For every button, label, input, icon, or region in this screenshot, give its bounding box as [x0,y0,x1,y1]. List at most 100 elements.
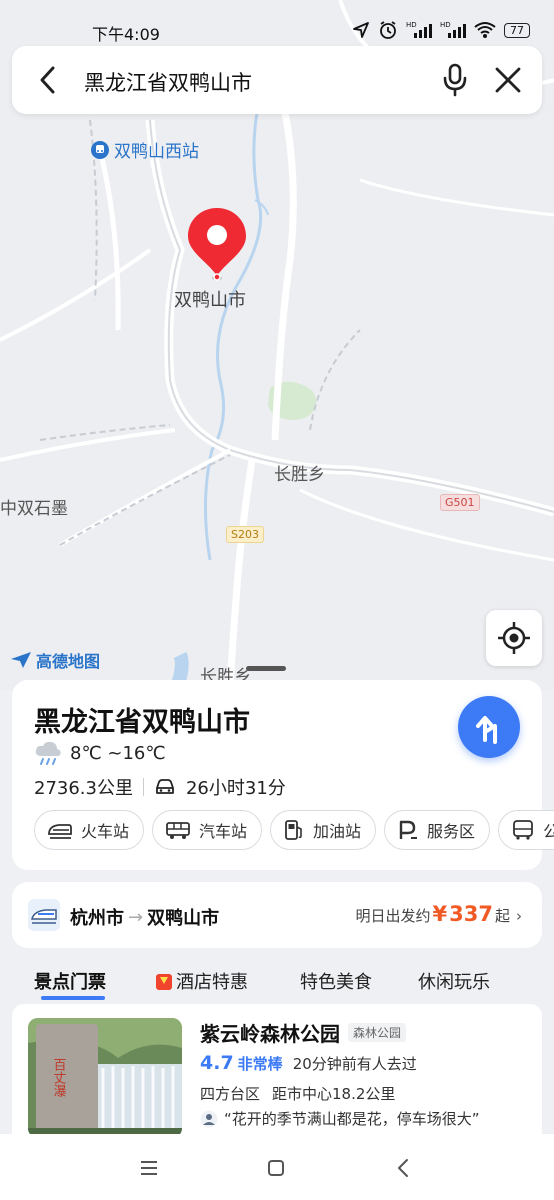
amap-logo-icon [11,652,31,668]
svg-text:HD: HD [406,21,417,29]
category-service-area[interactable]: 服务区 [384,810,491,850]
price-value: 337 [449,902,493,926]
bus-icon [166,822,190,839]
status-time: 下午4:09 [92,25,160,44]
category-label: 汽车站 [199,822,248,841]
distance-row: 2736.3公里 26小时31分 [34,774,286,800]
weather-info: 8℃ ~16℃ [34,740,166,766]
poi-thumb-text: 百丈瀑 [51,1058,67,1097]
category-train-station[interactable]: 火车站 [34,810,145,850]
poi-score-level: 非常棒 [237,1055,283,1073]
drag-handle[interactable] [246,666,286,671]
poi-thumbnail[interactable]: 百丈瀑 [28,1018,182,1134]
place-info-card: 黑龙江省双鸭山市 8℃ ~16℃ 2736.3公里 26小时31分 火车站 汽车… [12,680,554,870]
microphone-icon[interactable] [440,63,470,97]
category-bus-stop[interactable]: 公 [498,810,554,850]
wifi-icon [474,22,496,38]
temperature-range: 8℃ ~16℃ [70,742,166,764]
station-label: 双鸭山西站 [114,142,199,162]
place-title: 黑龙江省双鸭山市 [34,707,250,738]
drive-time: 26小时31分 [185,778,286,799]
locate-me-button[interactable] [486,610,542,666]
tab-label: 酒店特惠 [176,972,248,993]
signal-icon: HD [440,21,466,38]
tab-hotels[interactable]: 酒店特惠 [156,968,248,994]
route-cities: 杭州市 → 双鸭山市 [70,904,219,930]
price-suffix: 起 [494,907,510,925]
route-to: 双鸭山市 [147,908,220,929]
location-arrow-icon [353,22,369,38]
chevron-right-icon: › [516,907,522,925]
search-bar[interactable]: 黑龙江省双鸭山市 [12,46,542,114]
category-label: 火车站 [81,822,130,841]
distance-value: 2736.3公里 [34,778,133,799]
category-bus-station[interactable]: 汽车站 [152,810,263,850]
tab-attractions[interactable]: 景点门票 [34,968,106,994]
route-arrow: → [128,906,144,928]
waterfall-photo: 百丈瀑 [28,1018,182,1134]
train-icon [48,824,72,839]
road-badge-s203: S203 [226,526,264,543]
route-suggestion[interactable]: 杭州市 → 双鸭山市 明日出发约 ¥ 337 起 › [12,882,542,948]
menu-icon[interactable] [137,1156,161,1180]
price-prefix: 明日出发约 [355,907,431,925]
alarm-icon [380,21,396,39]
poi-location: 四方台区 距市中心18.2公里 [200,1083,395,1104]
category-gas-station[interactable]: 加油站 [270,810,377,850]
tab-leisure[interactable]: 休闲玩乐 [418,968,490,994]
back-icon[interactable] [392,1156,416,1180]
svg-text:HD: HD [440,21,451,29]
poi-review: “花开的季节满山都是花，停车场很大” [200,1108,480,1129]
high-speed-train-icon [28,899,60,931]
category-tabs: 景点门票 酒店特惠 特色美食 休闲玩乐 [0,960,554,1004]
poi-type-tag: 森林公园 [348,1023,407,1042]
close-icon[interactable] [492,64,524,96]
railway-station-icon [91,140,109,159]
poi-score: 4.7 [200,1052,234,1074]
gas-station-icon [285,820,302,840]
poi-rating: 4.7 非常棒 20分钟前有人去过 [200,1052,417,1074]
town-label[interactable]: 中双石墨 [0,494,68,519]
poi-recent-visit: 20分钟前有人去过 [292,1055,417,1073]
poi-review-text: “花开的季节满山都是花，停车场很大” [224,1110,480,1128]
route-arrow-icon [476,716,497,744]
pin-label[interactable]: 双鸭山市 [174,286,246,312]
route-price: 明日出发约 ¥ 337 起 › [356,902,523,926]
station-marker[interactable]: 双鸭山西站 [90,137,199,162]
navigate-button[interactable] [458,696,520,758]
status-icons: HD HD 77 [352,20,530,40]
car-icon [156,779,174,794]
poi-distance: 距市中心18.2公里 [272,1085,396,1103]
poi-name-row: 紫云岭森林公园 森林公园 [200,1018,407,1047]
signal-icon: HD [406,21,432,38]
price-currency: ¥ [432,902,448,926]
divider [142,778,144,796]
town-label[interactable]: 长胜乡 [274,460,325,485]
road-badge-g501: G501 [440,494,480,511]
category-label: 服务区 [427,822,476,841]
category-label: 公 [543,822,554,841]
amap-logo-text: 高德地图 [36,652,101,671]
user-avatar-icon [200,1110,218,1127]
status-bar: 下午4:09 HD HD 77 [0,0,554,44]
poi-district: 四方台区 [200,1085,261,1103]
route-from: 杭州市 [70,908,124,929]
category-label: 加油站 [313,822,362,841]
system-nav-bar [0,1134,554,1200]
poi-name: 紫云岭森林公园 [200,1022,340,1046]
poi-card[interactable]: 百丈瀑 紫云岭森林公园 森林公园 4.7 非常棒 20分钟前有人去过 四方台区 … [12,1004,542,1134]
amap-logo: 高德地图 [10,648,100,672]
search-query[interactable]: 黑龙江省双鸭山市 [84,67,252,97]
service-area-icon [399,820,418,839]
crosshair-icon [498,622,530,654]
home-icon[interactable] [264,1156,288,1180]
tab-food[interactable]: 特色美食 [300,968,372,994]
location-pin-icon[interactable] [186,206,248,282]
bus-stop-icon [513,820,533,840]
back-arrow-icon[interactable] [34,64,64,96]
hotel-deal-icon [156,974,172,990]
rain-cloud-icon [35,741,61,765]
nearby-categories: 火车站 汽车站 加油站 服务区 公 [34,810,554,850]
battery-indicator: 77 [504,22,530,38]
tab-active-indicator [41,996,105,1000]
